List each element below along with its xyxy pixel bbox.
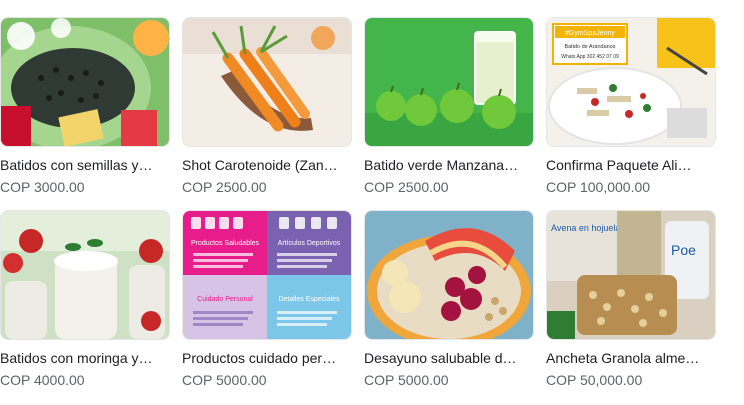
product-price: COP 2500.00: [364, 179, 449, 195]
product-card[interactable]: Productos Saludables Artículos Deportivo…: [182, 210, 352, 389]
product-image-food-package[interactable]: #GymSpaJenny Batido de Arandanos Whats A…: [546, 17, 716, 147]
product-price: COP 4000.00: [0, 372, 85, 388]
product-card[interactable]: Shot Carotenoide (Zan… COP 2500.00: [182, 17, 352, 196]
product-title[interactable]: Confirma Paquete Ali…: [546, 156, 714, 174]
promo-tag: #GymSpaJenny: [565, 30, 615, 37]
poster-bottom-right-label: Detalles Especiales: [278, 296, 340, 303]
product-title[interactable]: Shot Carotenoide (Zan…: [182, 156, 350, 174]
product-image-carrot-shot[interactable]: [182, 17, 352, 147]
product-title[interactable]: Ancheta Granola alme…: [546, 349, 714, 367]
product-title[interactable]: Batidos con moringa y…: [0, 349, 168, 367]
poster-bottom-left-label: Cuidado Personal: [197, 296, 253, 303]
poster-left-label: Productos Saludables: [191, 240, 260, 247]
product-image-personal-care-poster[interactable]: Productos Saludables Artículos Deportivo…: [182, 210, 352, 340]
product-grid: Batidos con semillas y… COP 3000.00 Shot…: [0, 0, 744, 405]
product-card[interactable]: #GymSpaJenny Batido de Arandanos Whats A…: [546, 17, 716, 196]
right-edge: [730, 0, 744, 405]
promo-phone: Whats App 302 452 07 09: [561, 54, 619, 60]
poster-right-label: Artículos Deportivos: [278, 240, 341, 247]
package-label-oats: Avena en hojuelas: [551, 223, 625, 233]
product-title[interactable]: Productos cuidado per…: [182, 349, 350, 367]
package-label-poe: Poe: [671, 242, 696, 258]
product-price: COP 2500.00: [182, 179, 267, 195]
product-image-healthy-breakfast[interactable]: [364, 210, 534, 340]
product-card[interactable]: Avena en hojuelas Poe Ancheta Granola al…: [546, 210, 716, 389]
product-image-chia-smoothie[interactable]: [0, 17, 170, 147]
product-price: COP 3000.00: [0, 179, 85, 195]
product-price: COP 50,000.00: [546, 372, 643, 388]
promo-subtitle: Batido de Arandanos: [564, 44, 615, 50]
product-title[interactable]: Batido verde Manzana…: [364, 156, 532, 174]
product-title[interactable]: Desayuno salubable d…: [364, 349, 532, 367]
product-image-granola-basket[interactable]: Avena en hojuelas Poe: [546, 210, 716, 340]
product-price: COP 100,000.00: [546, 179, 651, 195]
product-title[interactable]: Batidos con semillas y…: [0, 156, 168, 174]
product-price: COP 5000.00: [182, 372, 267, 388]
product-card[interactable]: Batido verde Manzana… COP 2500.00: [364, 17, 534, 196]
product-price: COP 5000.00: [364, 372, 449, 388]
product-image-green-apple-shake[interactable]: [364, 17, 534, 147]
product-card[interactable]: Desayuno salubable d… COP 5000.00: [364, 210, 534, 389]
product-card[interactable]: Batidos con semillas y… COP 3000.00: [0, 17, 170, 196]
product-image-moringa-shake[interactable]: [0, 210, 170, 340]
product-card[interactable]: Batidos con moringa y… COP 4000.00: [0, 210, 170, 389]
